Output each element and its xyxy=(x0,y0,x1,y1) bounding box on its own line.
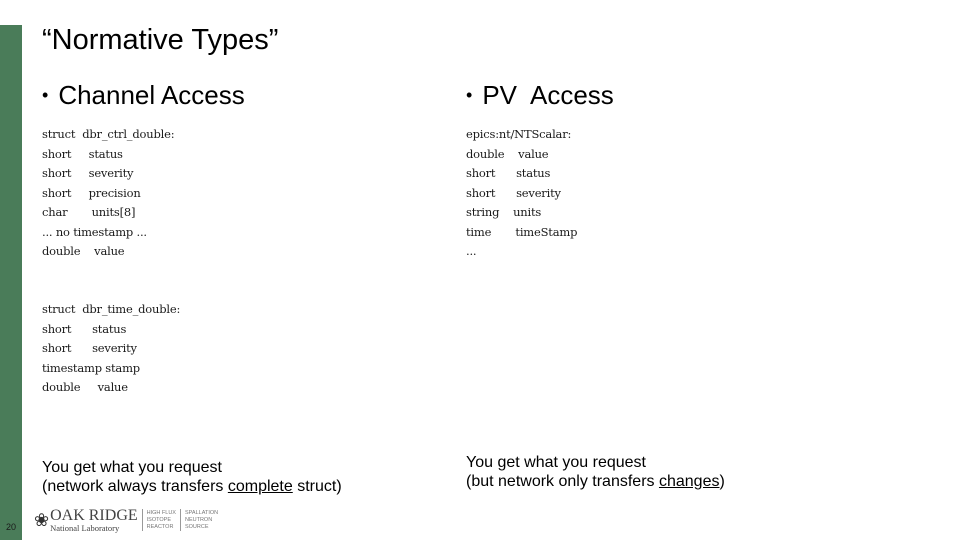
logo-divider xyxy=(179,509,181,531)
summary-text: struct) xyxy=(292,478,342,495)
pv-access-heading: • PV Access xyxy=(466,80,614,111)
code-line: timestamp stamp xyxy=(42,360,140,375)
code-line: struct dbr_ctrl_double: xyxy=(42,127,175,141)
summary-text: (but network only transfers xyxy=(466,473,659,490)
facility-line: REACTOR xyxy=(146,523,174,530)
code-line: double value xyxy=(466,146,549,161)
ornl-wordmark: OAK RIDGE National Laboratory xyxy=(50,506,138,533)
summary-emphasis: changes xyxy=(658,473,720,490)
summary-line: (but network only transfers changes) xyxy=(466,472,725,491)
channel-access-summary: You get what you request (network always… xyxy=(42,458,342,496)
dbr-time-double-struct: struct dbr_time_double: short status sho… xyxy=(42,300,180,398)
logo-divider xyxy=(141,509,143,531)
code-line: short status xyxy=(42,321,127,336)
hfir-label: HIGH FLUX ISOTOPE REACTOR xyxy=(147,510,176,531)
facility-line: HIGH FLUX xyxy=(146,509,176,516)
summary-emphasis: complete xyxy=(227,478,293,495)
code-line: double value xyxy=(42,244,125,258)
bullet-icon: • xyxy=(42,85,49,105)
facility-line: SOURCE xyxy=(184,523,209,530)
summary-line: You get what you request xyxy=(42,459,222,476)
facility-line: SPALLATION xyxy=(184,509,219,516)
facility-line: NEUTRON xyxy=(184,516,213,523)
ornl-logo: ❀ OAK RIDGE National Laboratory HIGH FLU… xyxy=(34,506,218,533)
code-line: short severity xyxy=(42,341,137,355)
oak-leaf-icon: ❀ xyxy=(34,509,50,530)
bullet-icon: • xyxy=(466,85,473,105)
slide-number: 20 xyxy=(5,522,16,532)
facility-line: ISOTOPE xyxy=(146,516,171,523)
code-line: short status xyxy=(42,146,123,161)
code-line: short severity xyxy=(42,166,134,180)
channel-access-heading: • Channel Access xyxy=(42,80,245,111)
summary-line: (network always transfers complete struc… xyxy=(42,477,342,496)
summary-text: ) xyxy=(719,473,725,490)
code-line: char units[8] xyxy=(42,205,136,219)
pv-access-summary: You get what you request (but network on… xyxy=(466,453,725,491)
slide-title: “Normative Types” xyxy=(42,24,279,56)
dbr-ctrl-double-struct: struct dbr_ctrl_double: short status sho… xyxy=(42,125,175,262)
code-line: double value xyxy=(42,380,128,394)
code-line: epics:nt/NTScalar: xyxy=(466,127,572,141)
sns-label: SPALLATION NEUTRON SOURCE xyxy=(185,510,218,531)
pv-access-heading-text: PV Access xyxy=(482,80,614,110)
ntscalar-struct: epics:nt/NTScalar: double value short st… xyxy=(466,125,577,262)
summary-line: You get what you request xyxy=(466,454,646,471)
code-line: string units xyxy=(466,205,542,219)
code-line: short severity xyxy=(466,185,561,200)
accent-sidebar-bar xyxy=(0,25,22,540)
logo-name: OAK RIDGE xyxy=(50,506,138,524)
logo-subtitle: National Laboratory xyxy=(50,522,120,533)
code-line: short precision xyxy=(42,185,141,200)
channel-access-heading-text: Channel Access xyxy=(58,80,245,110)
code-line: ... xyxy=(466,244,477,258)
code-line: ... no timestamp ... xyxy=(42,224,147,239)
code-line: struct dbr_time_double: xyxy=(42,302,181,316)
code-line: short status xyxy=(466,166,551,180)
summary-text: (network always transfers xyxy=(42,478,228,495)
code-line: time timeStamp xyxy=(466,224,578,239)
